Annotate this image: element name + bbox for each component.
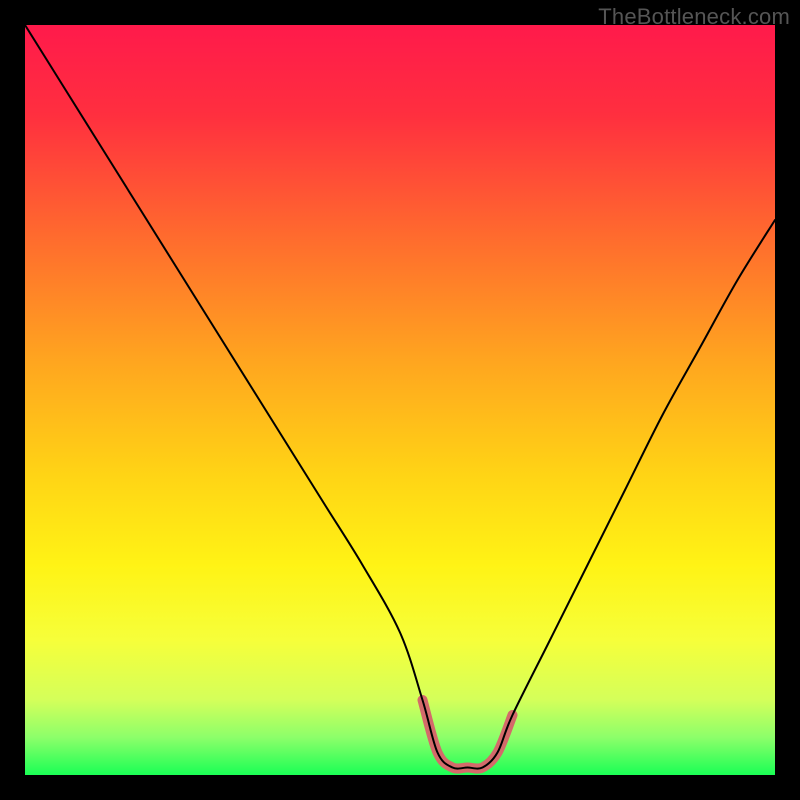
chart-frame: TheBottleneck.com	[0, 0, 800, 800]
plot-area	[25, 25, 775, 775]
gradient-rect	[25, 25, 775, 775]
gradient-background	[25, 25, 775, 775]
